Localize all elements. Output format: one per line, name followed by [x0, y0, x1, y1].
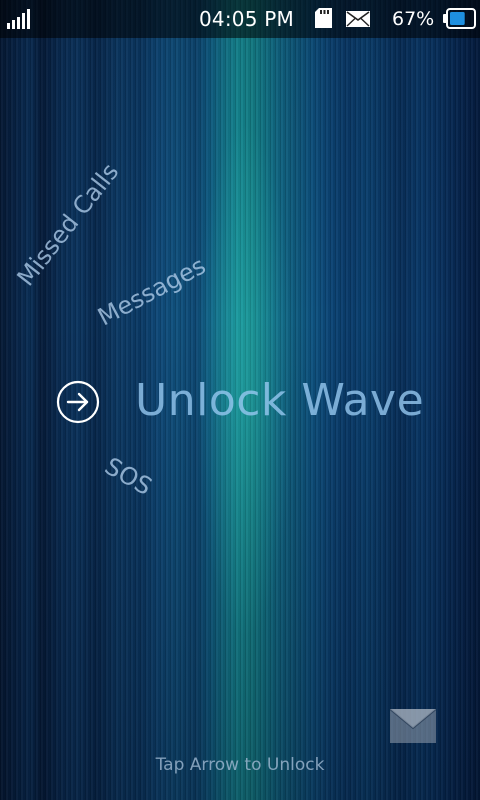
arrow-right-circle-icon[interactable] — [56, 380, 100, 424]
status-time: 04:05 PM — [199, 7, 294, 31]
status-bar: 04:05 PM 67% — [0, 0, 480, 38]
envelope-icon[interactable] — [390, 709, 436, 743]
sd-card-icon — [315, 8, 332, 28]
unlock-wave-title: Unlock Wave — [135, 375, 425, 426]
unlock-hint: Tap Arrow to Unlock — [155, 755, 325, 775]
lock-screen: 04:05 PM 67% Missed Calls Messages Unloc… — [0, 0, 480, 800]
signal-icon — [7, 9, 31, 29]
battery-percent: 67% — [392, 8, 435, 30]
battery-icon — [443, 8, 476, 29]
mail-icon — [346, 11, 370, 27]
